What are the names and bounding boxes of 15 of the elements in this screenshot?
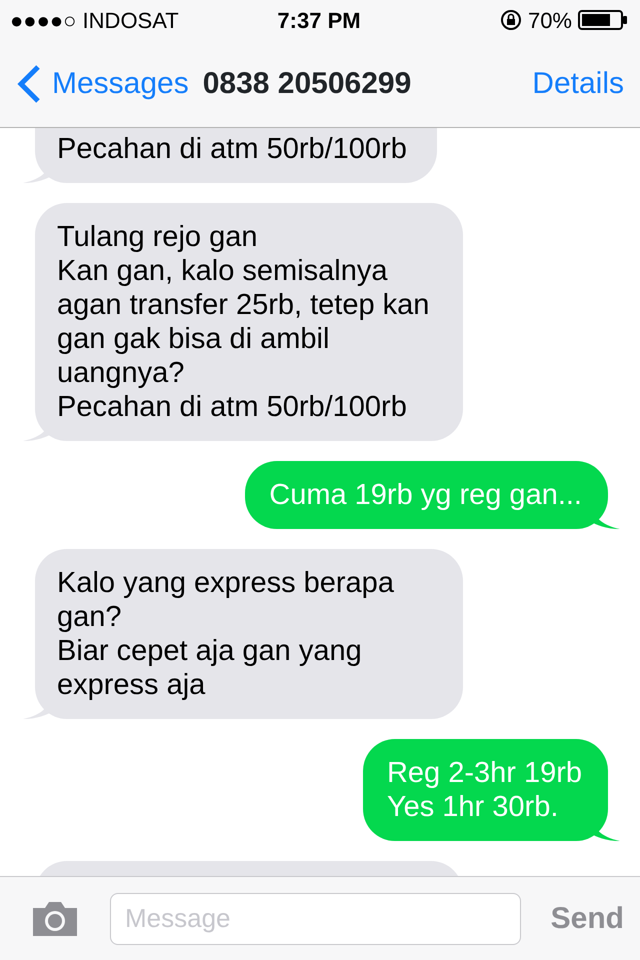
sent-message-bubble: Reg 2-3hr 19rb Yes 1hr 30rb. xyxy=(362,739,608,841)
camera-icon[interactable] xyxy=(30,900,80,938)
received-message-bubble: Tulang rejo gan Kan gan, kalo semisalnya agan transfer 25rb, tetep kan gan gak bisa di ambil uangnya? Pecahan di atm 50rb/100rb xyxy=(35,203,463,441)
contact-title: 0838 20506299 xyxy=(202,66,412,102)
back-link[interactable]: Messages xyxy=(16,61,189,106)
message-field[interactable]: Message xyxy=(110,892,521,944)
received-message-bubble: Kalo yang express berapa gan? Biar cepet aja gan yang express aja xyxy=(35,549,463,719)
clock-text: 7:37 PM xyxy=(277,8,361,32)
details-link[interactable]: Details xyxy=(532,61,624,106)
battery-icon xyxy=(578,9,628,31)
carrier-text: ●●●●○ INDOSAT xyxy=(10,6,179,34)
rotation-lock-icon xyxy=(500,9,522,31)
chevron-icon[interactable] xyxy=(16,64,42,104)
sent-message-bubble: Cuma 19rb yg reg gan... xyxy=(245,461,608,529)
battery-percent: 70% xyxy=(528,6,572,34)
